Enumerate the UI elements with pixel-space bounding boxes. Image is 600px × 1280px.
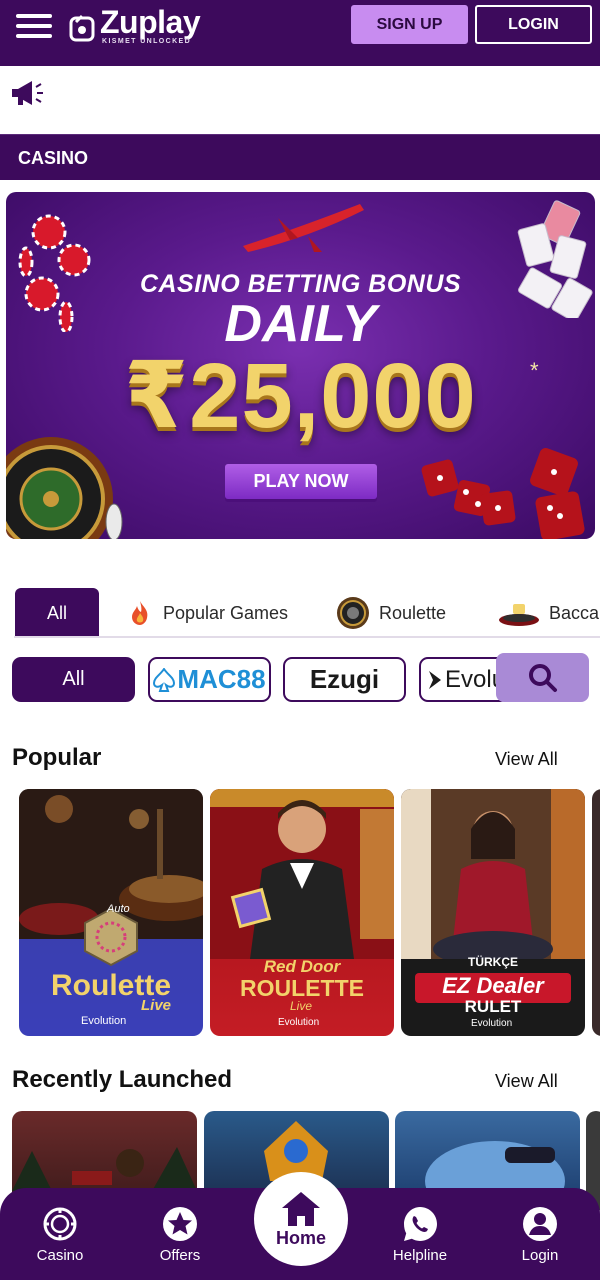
card-subtitle: Live — [290, 999, 313, 1013]
top-header: Zuplay KISMET UNLOCKED SIGN UP LOGIN — [0, 0, 600, 66]
tab-roulette[interactable]: Roulette — [336, 588, 446, 638]
card-badge: TÜRKÇE — [468, 955, 518, 969]
star-badge-icon — [163, 1207, 197, 1241]
dealer-image — [401, 789, 585, 959]
login-button[interactable]: LOGIN — [475, 5, 592, 44]
site-logo[interactable]: Zuplay KISMET UNLOCKED — [68, 4, 218, 48]
airplane-icon — [243, 204, 364, 252]
casino-chip-icon — [43, 1207, 77, 1241]
nav-label: Offers — [159, 1247, 201, 1264]
section-title: CASINO — [18, 148, 89, 168]
card-subtitle: Live — [141, 997, 172, 1014]
promo-banner[interactable]: CASINO BETTING BONUS DAILY ₹25,000 * PLA… — [6, 192, 595, 539]
dealer-image — [210, 789, 394, 959]
provider-label: MAC88 — [177, 664, 266, 694]
popular-view-all-link[interactable]: View All — [495, 749, 558, 770]
tab-label: All — [46, 602, 67, 623]
card-provider: Evolution — [278, 1017, 320, 1028]
banner-asterisk: * — [530, 358, 539, 383]
tab-label: Bacca — [549, 602, 600, 623]
logo-mark-icon — [69, 14, 95, 42]
search-button[interactable] — [496, 653, 589, 702]
provider-mac88[interactable]: MAC88 — [148, 657, 271, 702]
tab-label: Popular Games — [163, 602, 289, 623]
nav-casino[interactable]: Casino — [15, 1205, 105, 1264]
sign-up-button[interactable]: SIGN UP — [351, 5, 468, 44]
game-card-ez-dealer-rulet[interactable]: TÜRKÇE EZ Dealer RULET Evolution — [401, 789, 585, 1036]
roulette-wheel-icon — [337, 597, 369, 629]
search-icon — [528, 663, 557, 692]
card-provider: Evolution — [471, 1018, 513, 1029]
announcement-bar — [0, 66, 600, 134]
dice-icon — [421, 448, 585, 539]
whatsapp-icon — [404, 1207, 437, 1241]
baccarat-table-icon — [499, 604, 539, 626]
card-title-2: ROULETTE — [240, 975, 364, 1001]
nav-label: Login — [521, 1247, 559, 1264]
card-provider: Evolution — [81, 1015, 127, 1027]
tab-popular-games[interactable]: Popular Games — [127, 588, 288, 638]
card-title: Red Door — [263, 957, 341, 976]
fire-icon — [132, 601, 148, 625]
card-title-2: RULET — [464, 997, 522, 1016]
hamburger-menu-icon[interactable] — [16, 14, 52, 40]
tabs-divider — [14, 636, 600, 638]
nav-label: Casino — [36, 1247, 84, 1264]
home-icon — [282, 1192, 320, 1226]
provider-label: Ezugi — [309, 664, 380, 694]
provider-ezugi[interactable]: Ezugi — [283, 657, 406, 702]
game-card-roulette[interactable]: Auto Roulette Live Evolution — [19, 789, 203, 1036]
game-card-partial[interactable] — [592, 789, 600, 1036]
section-title-bar: CASINO — [0, 134, 600, 180]
logo-tagline: KISMET UNLOCKED — [102, 38, 192, 45]
tab-baccarat[interactable]: Bacca — [498, 588, 599, 638]
category-tabs: All Popular Games Roulette Bacca — [0, 588, 600, 638]
roulette-wheel-icon — [6, 437, 123, 539]
recently-launched-title: Recently Launched — [12, 1066, 233, 1093]
nav-home-label: Home — [275, 1228, 326, 1248]
provider-all[interactable]: All — [12, 657, 135, 702]
popular-title: Popular — [12, 744, 102, 771]
card-title: Roulette — [51, 969, 171, 1002]
card-badge: Auto — [107, 903, 130, 915]
card-title: EZ Dealer — [442, 973, 544, 998]
spade-icon — [153, 667, 176, 692]
recently-launched-view-all-link[interactable]: View All — [495, 1071, 558, 1092]
nav-helpline[interactable]: Helpline — [375, 1205, 465, 1264]
nav-login[interactable]: Login — [495, 1205, 585, 1264]
logo-text: Zuplay — [100, 4, 201, 40]
tab-label: Roulette — [379, 602, 447, 623]
nav-offers[interactable]: Offers — [135, 1205, 225, 1264]
nav-label: Helpline — [392, 1247, 448, 1264]
evolution-logo-icon — [429, 670, 441, 689]
hexagon-badge-icon — [84, 907, 138, 967]
megaphone-icon — [12, 81, 43, 105]
play-now-button[interactable]: PLAY NOW — [225, 464, 377, 499]
tab-all[interactable]: All — [15, 588, 99, 638]
game-card-red-door-roulette[interactable]: Red Door ROULETTE Live Evolution — [210, 789, 394, 1036]
user-avatar-icon — [523, 1207, 557, 1241]
